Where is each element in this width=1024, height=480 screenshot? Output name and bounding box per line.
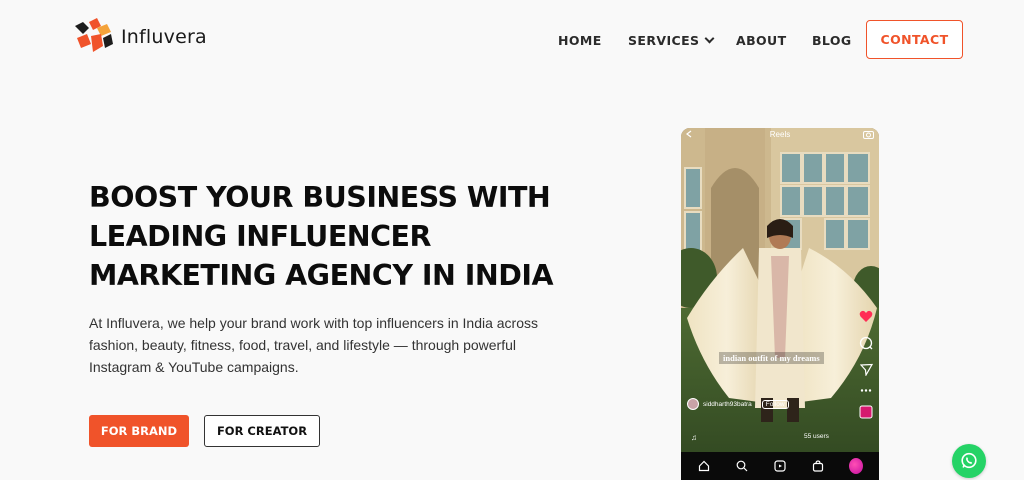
heart-icon[interactable] [859,310,873,323]
chevron-down-icon [704,33,715,44]
phone-mockup: Reels indian outfit of my dreams siddhar… [681,128,879,480]
hero-title-line-2: LEADING INFLUENCER [89,220,431,253]
reel-caption: indian outfit of my dreams [719,352,824,364]
hero-title-line-3: MARKETING AGENCY IN INDIA [89,259,554,292]
reels-icon[interactable] [773,459,787,473]
reel-video-frame[interactable] [681,128,879,480]
logo-text: Influvera [121,26,207,48]
avatar[interactable] [687,398,699,410]
audio-thumb-icon[interactable] [859,405,873,419]
for-creator-button[interactable]: FOR CREATOR [204,415,320,447]
phone-bottom-bar [681,452,879,480]
comment-icon[interactable] [859,336,873,350]
logo-icon [75,18,113,52]
nav-about[interactable]: ABOUT [736,33,787,48]
more-icon[interactable] [860,389,872,392]
contact-button[interactable]: CONTACT [866,20,963,59]
music-note-icon: ♫ [691,433,697,442]
nav-home[interactable]: HOME [558,33,602,48]
follow-button[interactable]: Follow [761,399,789,409]
reel-users-count: 55 users [804,433,829,440]
reel-username[interactable]: siddharth93batra [703,401,752,408]
whatsapp-button[interactable] [952,444,986,478]
profile-icon[interactable] [849,458,863,474]
for-brand-button[interactable]: FOR BRAND [89,415,189,447]
back-arrow-icon[interactable] [685,130,693,138]
home-icon[interactable] [697,459,711,473]
shop-icon[interactable] [811,459,825,473]
reels-top-label: Reels [769,130,791,139]
hero-title-line-1: BOOST YOUR BUSINESS WITH [89,181,551,214]
nav-services[interactable]: SERVICES [628,33,715,48]
camera-icon[interactable] [863,130,874,139]
nav-blog[interactable]: BLOG [812,33,852,48]
reel-user-row: siddharth93batra Follow [687,398,789,410]
logo[interactable]: Influvera [73,18,207,56]
reel-actions [859,310,873,419]
hero-description: At Influvera, we help your brand work wi… [89,315,539,375]
hero-title: BOOST YOUR BUSINESS WITH LEADING INFLUEN… [89,178,609,295]
share-icon[interactable] [859,363,873,376]
search-icon[interactable] [735,459,749,473]
nav-services-label: SERVICES [628,33,700,48]
whatsapp-icon [961,452,977,469]
